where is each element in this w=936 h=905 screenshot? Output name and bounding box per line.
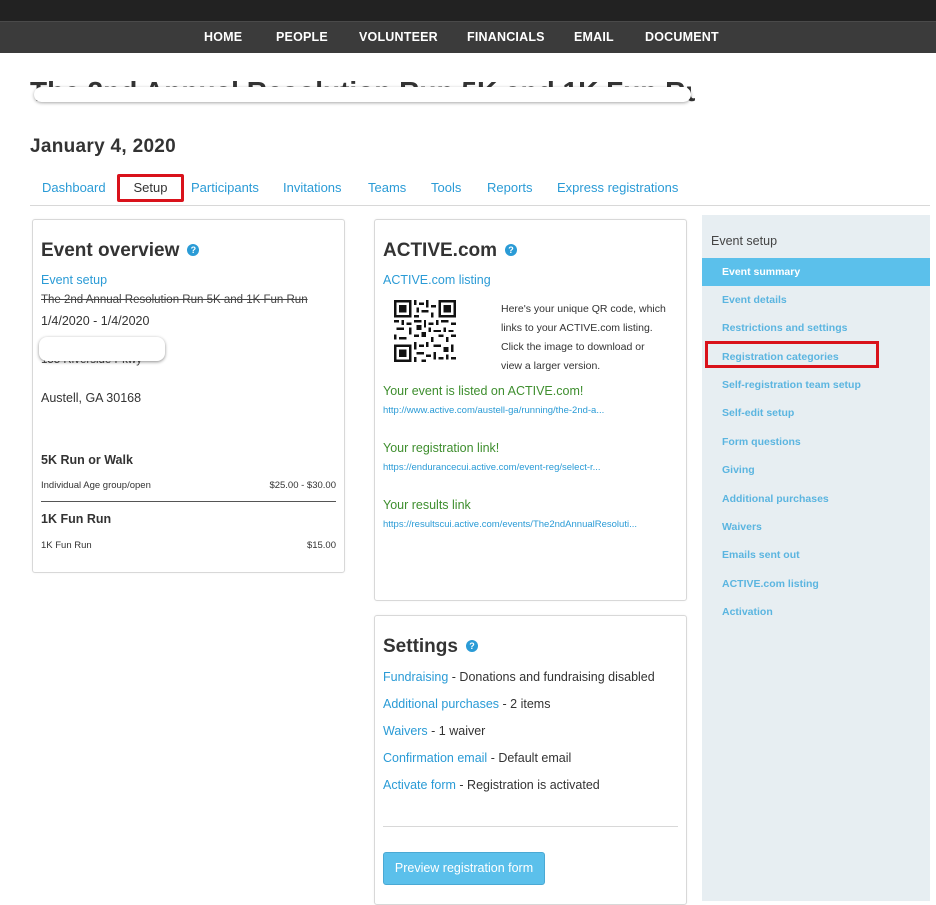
tab-bar: Dashboard Setup Participants Invitations…	[30, 172, 930, 206]
sidebar-item-event-summary[interactable]: Event summary	[702, 258, 930, 286]
category-divider	[41, 501, 336, 502]
title-redaction	[34, 87, 691, 102]
active-title: ACTIVE.com	[383, 240, 498, 261]
sidebar-item-event-details[interactable]: Event details	[702, 286, 930, 314]
sidebar-item-self-registration-team-setup[interactable]: Self-registration team setup	[702, 371, 930, 399]
tab-dashboard[interactable]: Dashboard	[42, 180, 106, 195]
active-heading: ACTIVE.com?	[383, 240, 518, 262]
category-price: $25.00 - $30.00	[269, 480, 336, 491]
top-strip	[0, 0, 936, 21]
active-card: ACTIVE.com? ACTIVE.com listing Here's yo…	[374, 219, 687, 601]
top-nav: HOME PEOPLE VOLUNTEER FINANCIALS EMAIL D…	[0, 21, 936, 53]
tab-setup[interactable]: Setup	[117, 174, 184, 202]
qr-text-line: Click the image to download or	[501, 341, 645, 353]
setting-row-waivers: Waivers - 1 waiver	[383, 724, 485, 738]
tab-express-registrations[interactable]: Express registrations	[557, 180, 678, 195]
setting-value: - 1 waiver	[427, 724, 486, 738]
category-sub: Individual Age group/open	[41, 480, 151, 491]
qr-description: Here's your unique QR code, which links …	[501, 300, 666, 376]
event-overview-heading: Event overview?	[41, 240, 200, 262]
tab-invitations[interactable]: Invitations	[283, 180, 342, 195]
sidebar-item-active-listing[interactable]: ACTIVE.com listing	[702, 570, 930, 598]
nav-financials[interactable]: FINANCIALS	[467, 22, 545, 53]
setting-row-confirmation-email: Confirmation email - Default email	[383, 751, 571, 765]
setting-value: - Donations and fundraising disabled	[448, 670, 655, 684]
waivers-link[interactable]: Waivers	[383, 724, 428, 738]
qr-code-image[interactable]	[394, 300, 456, 362]
registration-label: Your registration link!	[383, 441, 500, 455]
overview-dates: 1/4/2020 - 1/4/2020	[41, 314, 150, 328]
settings-heading: Settings?	[383, 636, 478, 658]
help-icon[interactable]: ?	[187, 243, 200, 256]
registration-categories-highlight	[705, 341, 879, 368]
category-sub: 1K Fun Run	[41, 540, 92, 551]
results-url-link[interactable]: https://resultscui.active.com/events/The…	[383, 519, 637, 530]
settings-card: Settings? Fundraising - Donations and fu…	[374, 615, 687, 905]
results-label: Your results link	[383, 498, 471, 512]
sidebar-item-waivers[interactable]: Waivers	[702, 513, 930, 541]
event-overview-title: Event overview	[41, 240, 180, 261]
sidebar-item-emails-sent-out[interactable]: Emails sent out	[702, 541, 930, 569]
qr-text-line: Here's your unique QR code, which	[501, 303, 666, 315]
sidebar-item-restrictions-and-settings[interactable]: Restrictions and settings	[702, 314, 930, 342]
settings-divider	[383, 826, 678, 827]
sidebar-item-activation[interactable]: Activation	[702, 598, 930, 626]
settings-title: Settings	[383, 636, 458, 657]
nav-people[interactable]: PEOPLE	[276, 22, 328, 53]
setting-value: - Registration is activated	[455, 778, 600, 792]
activate-form-link[interactable]: Activate form	[383, 778, 456, 792]
event-title: The 2nd Annual Resolution Run 5K and 1K …	[30, 72, 695, 112]
registration-url-link[interactable]: https://endurancecui.active.com/event-re…	[383, 462, 601, 473]
setting-value: - Default email	[487, 751, 572, 765]
help-icon[interactable]: ?	[465, 639, 478, 652]
sidebar-item-form-questions[interactable]: Form questions	[702, 428, 930, 456]
help-icon[interactable]: ?	[505, 243, 518, 256]
event-date: January 4, 2020	[30, 136, 177, 157]
setting-value: - 2 items	[499, 697, 551, 711]
active-listing-link[interactable]: ACTIVE.com listing	[383, 273, 491, 287]
sidebar-heading: Event setup	[711, 234, 778, 248]
category-name: 5K Run or Walk	[41, 453, 133, 467]
overview-event-name: The 2nd Annual Resolution Run 5K and 1K …	[41, 294, 308, 306]
nav-document[interactable]: DOCUMENT	[645, 22, 719, 53]
tab-tools[interactable]: Tools	[431, 180, 461, 195]
sidebar-item-additional-purchases[interactable]: Additional purchases	[702, 485, 930, 513]
category-name: 1K Fun Run	[41, 512, 112, 526]
nav-home[interactable]: HOME	[204, 22, 242, 53]
tab-setup-label: Setup	[133, 180, 168, 195]
preview-registration-form-button[interactable]: Preview registration form	[383, 852, 545, 885]
qr-text-line: view a larger version.	[501, 360, 601, 372]
sidebar-item-self-edit-setup[interactable]: Self-edit setup	[702, 399, 930, 427]
nav-email[interactable]: EMAIL	[574, 22, 614, 53]
setting-row-fundraising: Fundraising - Donations and fundraising …	[383, 670, 655, 684]
listed-url-link[interactable]: http://www.active.com/austell-ga/running…	[383, 405, 604, 416]
event-setup-link[interactable]: Event setup	[41, 273, 107, 287]
event-overview-card: Event overview? Event setup The 2nd Annu…	[32, 219, 345, 573]
event-setup-sidebar: Event setup Event summary Event details …	[702, 215, 930, 901]
tab-teams[interactable]: Teams	[368, 180, 406, 195]
setting-row-activate-form: Activate form - Registration is activate…	[383, 778, 600, 792]
fundraising-link[interactable]: Fundraising	[383, 670, 448, 684]
qr-text-line: links to your ACTIVE.com listing.	[501, 322, 653, 334]
nav-volunteer[interactable]: VOLUNTEER	[359, 22, 438, 53]
overview-city: Austell, GA 30168	[41, 391, 142, 405]
additional-purchases-link[interactable]: Additional purchases	[383, 697, 499, 711]
tab-reports[interactable]: Reports	[487, 180, 533, 195]
setting-row-additional-purchases: Additional purchases - 2 items	[383, 697, 550, 711]
sidebar-item-giving[interactable]: Giving	[702, 456, 930, 484]
address-redaction	[39, 337, 165, 361]
listed-label: Your event is listed on ACTIVE.com!	[383, 384, 584, 398]
confirmation-email-link[interactable]: Confirmation email	[383, 751, 487, 765]
category-price: $15.00	[306, 540, 336, 551]
tab-participants[interactable]: Participants	[191, 180, 259, 195]
